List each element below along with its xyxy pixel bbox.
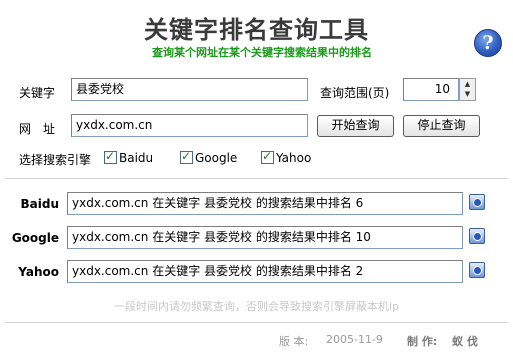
ie-page-icon[interactable] — [469, 262, 485, 278]
checkbox-yahoo[interactable]: ✓ Yahoo — [261, 149, 312, 165]
arrow-down-icon[interactable]: ▼ — [460, 89, 475, 99]
help-question-icon[interactable]: ? — [474, 29, 502, 57]
arrow-up-icon[interactable]: ▲ — [460, 79, 475, 89]
ie-page-icon[interactable] — [469, 194, 485, 210]
author-label: 制 作: — [407, 335, 438, 348]
result-engine-label: Baidu — [20, 197, 60, 211]
start-query-button[interactable]: 开始查询 — [317, 115, 394, 137]
checkbox-label: Yahoo — [276, 151, 312, 165]
result-engine-label: Google — [11, 231, 59, 245]
version-label: 版 本: — [279, 335, 309, 348]
checkmark-icon[interactable]: ✓ — [104, 149, 117, 164]
notice-text: 一段时间内请勿频繁查询，否则会导致搜索引擎屏蔽本机ip — [113, 300, 400, 313]
range-input[interactable]: 10 — [403, 78, 459, 101]
result-field[interactable]: yxdx.com.cn 在关键字 县委党校 的搜索结果中排名 6 — [67, 192, 463, 215]
checkbox-label: Baidu — [119, 151, 154, 165]
result-field[interactable]: yxdx.com.cn 在关键字 县委党校 的搜索结果中排名 2 — [67, 260, 463, 283]
result-engine-label: Yahoo — [18, 265, 59, 279]
keyword-input[interactable]: 县委党校 — [71, 78, 308, 101]
stop-query-button[interactable]: 停止查询 — [403, 115, 480, 137]
result-field[interactable]: yxdx.com.cn 在关键字 县委党校 的搜索结果中排名 10 — [67, 226, 463, 249]
checkmark-icon[interactable]: ✓ — [180, 149, 193, 164]
ie-page-icon[interactable] — [469, 228, 485, 244]
engines-label: 选择搜索引擎 — [19, 153, 92, 167]
keyword-label: 关键字 — [19, 86, 56, 100]
range-spinner[interactable]: ▲ ▼ — [459, 78, 476, 101]
checkbox-google[interactable]: ✓ Google — [180, 149, 238, 165]
checkbox-label: Google — [195, 151, 238, 165]
url-label: 网 址 — [19, 122, 56, 136]
author-value: 蚁 伐 — [452, 335, 478, 348]
range-label: 查询范围(页) — [320, 86, 390, 100]
checkmark-icon[interactable]: ✓ — [261, 149, 274, 164]
checkbox-baidu[interactable]: ✓ Baidu — [104, 149, 154, 165]
app-title: 关键字排名查询工具 — [144, 16, 369, 44]
url-input[interactable]: yxdx.com.cn — [71, 114, 308, 137]
app-subtitle: 查询某个网址在某个关键字搜索结果中的排名 — [152, 46, 372, 59]
divider — [5, 322, 508, 323]
divider — [5, 178, 508, 179]
version-value: 2005-11-9 — [326, 333, 383, 346]
